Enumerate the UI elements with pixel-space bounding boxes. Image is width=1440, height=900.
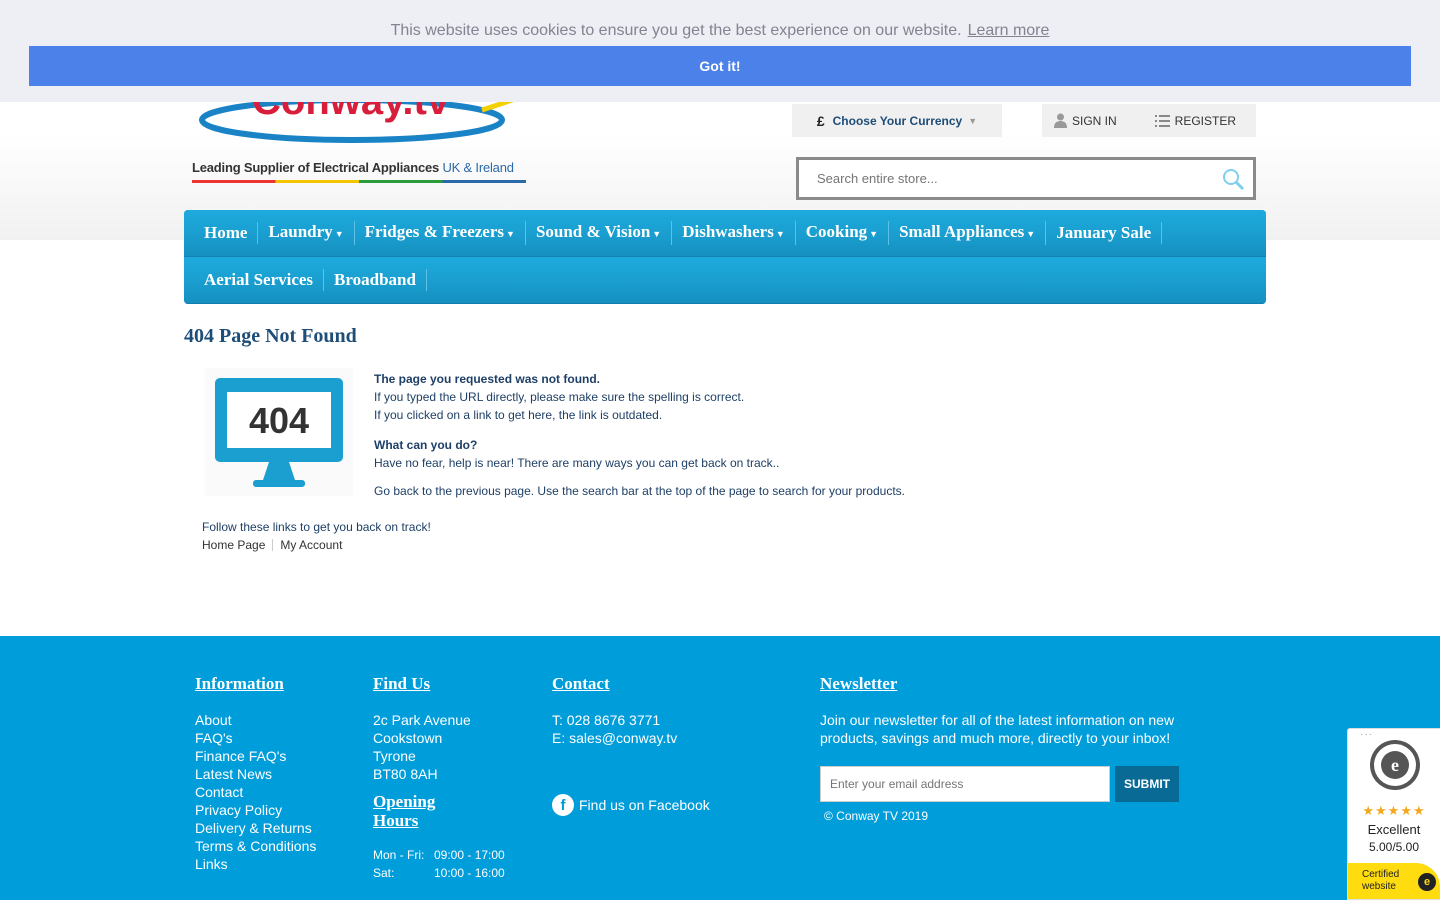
contact-heading[interactable]: Contact (552, 674, 710, 693)
sign-in-link[interactable]: SIGN IN (1042, 113, 1117, 128)
chevron-down-icon: ▼ (1026, 228, 1036, 239)
trusted-shops-seal-icon: e (1370, 740, 1420, 790)
footer-link[interactable]: About (195, 711, 316, 729)
nav-item-laundry[interactable]: Laundry ▼ (258, 221, 355, 245)
follow-links: Follow these links to get you back on tr… (202, 520, 431, 554)
contact-phone[interactable]: T: 028 8676 3771 (552, 711, 710, 729)
nav-item-fridges-freezers[interactable]: Fridges & Freezers ▼ (355, 221, 526, 245)
chevron-down-icon: ▼ (652, 228, 662, 239)
footer-link[interactable]: Contact (195, 783, 316, 801)
address-line: Tyrone (373, 748, 416, 764)
newsletter-heading: Newsletter (820, 674, 898, 693)
newsletter-text: Join our newsletter for all of the lates… (820, 712, 1175, 746)
footer-newsletter: Newsletter Join our newsletter for all o… (820, 674, 1200, 823)
nav-item-home[interactable]: Home (194, 222, 259, 244)
chevron-down-icon: ▼ (506, 228, 515, 239)
footer-link[interactable]: Terms & Conditions (195, 837, 316, 855)
address-line: 2c Park Avenue (373, 712, 471, 728)
rating-label: Excellent (1367, 822, 1421, 837)
rating-score: 5.00/5.00 (1368, 840, 1420, 854)
search-box (796, 157, 1256, 200)
footer-link[interactable]: Finance FAQ's (195, 747, 316, 765)
footer-find-us: Find Us 2c Park Avenue Cookstown Tyrone BT8… (373, 674, 505, 880)
user-icon (1054, 113, 1067, 128)
logo-tagline: Leading Supplier of Electrical Appliance… (192, 160, 514, 175)
footer-link[interactable]: Privacy Policy (195, 801, 316, 819)
nav-item-january-sale[interactable]: January Sale (1046, 222, 1163, 244)
list-icon (1154, 114, 1170, 127)
not-found-message: The page you requested was not found. If… (374, 372, 905, 498)
copyright: © Conway TV 2019 (824, 809, 929, 823)
cookie-banner: This website uses cookies to ensure you … (0, 0, 1440, 102)
contact-email[interactable]: E: sales@conway.tv (552, 729, 710, 747)
footer-link[interactable]: FAQ's (195, 729, 316, 747)
account-bar: SIGN IN REGISTER (1042, 104, 1256, 137)
footer-link[interactable]: Delivery & Returns (195, 819, 316, 837)
trusted-shops-e-icon: e (1418, 873, 1436, 891)
home-page-link[interactable]: Home Page (202, 536, 265, 554)
monitor-404-icon: 404 (205, 368, 353, 496)
newsletter-submit-button[interactable]: SUBMIT (1115, 766, 1179, 802)
opening-hours-heading: Opening (373, 792, 436, 811)
footer-link[interactable]: Latest News (195, 765, 316, 783)
hours-row: Sat: 10:00 - 16:00 (373, 866, 505, 880)
hours-row: Mon - Fri: 09:00 - 17:00 (373, 848, 505, 862)
newsletter-email-input[interactable] (820, 766, 1110, 802)
svg-text:e: e (1391, 755, 1399, 775)
currency-label: Choose Your Currency (832, 113, 963, 128)
cookie-accept-button[interactable]: Got it! (29, 46, 1411, 86)
information-heading[interactable]: Information (195, 674, 316, 693)
certified-website-label: Certified website e (1348, 863, 1440, 899)
newsletter-form: SUBMIT (820, 766, 1200, 802)
facebook-link[interactable]: f Find us on Facebook (552, 794, 710, 816)
nav-item-sound-vision[interactable]: Sound & Vision ▼ (526, 221, 673, 245)
learn-more-link[interactable]: Learn more (968, 22, 1050, 39)
register-link[interactable]: REGISTER (1143, 114, 1236, 128)
nav-row-1: Home Laundry ▼ Fridges & Freezers ▼ Sound & V… (184, 210, 1266, 257)
my-account-link[interactable]: My Account (280, 536, 342, 554)
trusted-shops-badge[interactable]: ··· e ★★★★★ Excellent 5.00/5.00 Certifie… (1347, 728, 1440, 900)
nav-item-broadband[interactable]: Broadband (324, 269, 427, 291)
address-line: Cookstown (373, 730, 443, 746)
nav-item-cooking[interactable]: Cooking ▼ (796, 221, 890, 245)
currency-selector[interactable]: £ Choose Your Currency ▼ (792, 104, 1002, 137)
nav-item-aerial-services[interactable]: Aerial Services (194, 269, 325, 291)
footer-information: Information About FAQ's Finance FAQ's Lates… (195, 674, 316, 873)
footer-contact: Contact T: 028 8676 3771 E: sales@conway… (552, 674, 710, 816)
cookie-message: This website uses cookies to ensure you … (390, 22, 1050, 39)
main-nav: Home Laundry ▼ Fridges & Freezers ▼ Sound & V… (184, 210, 1266, 304)
footer-link[interactable]: Links (195, 855, 316, 873)
rating-stars: ★★★★★ (1362, 803, 1426, 818)
logo-underline (192, 180, 526, 183)
footer: Information About FAQ's Finance FAQ's Lates… (0, 636, 1440, 900)
nav-item-small-appliances[interactable]: Small Appliances ▼ (889, 221, 1047, 245)
page-title: 404 Page Not Found (184, 325, 357, 347)
search-input[interactable] (799, 160, 1199, 197)
chevron-down-icon: ▼ (968, 115, 978, 126)
facebook-icon: f (552, 794, 574, 816)
find-us-heading[interactable]: Find Us (373, 674, 505, 693)
chevron-down-icon: ▼ (775, 228, 785, 239)
chevron-down-icon: ▼ (869, 228, 879, 239)
address-line: BT80 8AH (373, 766, 438, 782)
nav-row-2: Aerial Services Broadband (184, 257, 1266, 304)
chevron-down-icon: ▼ (334, 228, 344, 239)
search-icon[interactable] (1221, 167, 1245, 191)
monitor-text: 404 (249, 400, 309, 441)
nav-item-dishwashers[interactable]: Dishwashers ▼ (672, 221, 796, 245)
pound-icon: £ (816, 112, 825, 129)
